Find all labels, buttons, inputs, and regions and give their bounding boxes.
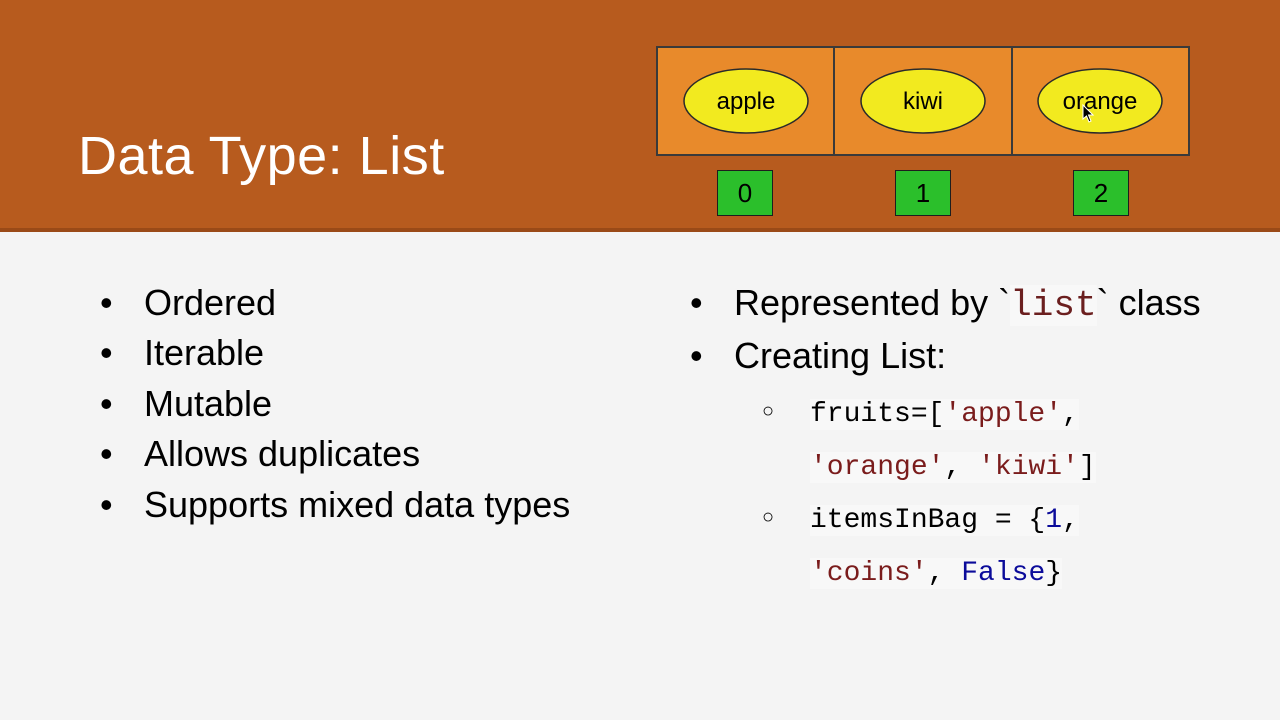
code-token: fruits=[ xyxy=(810,399,944,430)
ellipse-icon: apple xyxy=(666,61,826,141)
slide-title: Data Type: List xyxy=(78,125,445,187)
code-token: , xyxy=(1062,505,1079,536)
list-cells-row: apple kiwi orange xyxy=(656,46,1190,156)
ellipse-icon: kiwi xyxy=(843,61,1003,141)
index-box: 1 xyxy=(895,170,951,216)
left-column: Ordered Iterable Mutable Allows duplicat… xyxy=(0,278,640,601)
code-token: , xyxy=(1062,399,1079,430)
code-token: 'kiwi' xyxy=(978,452,1079,483)
code-line: fruits=['apple', 'orange', 'kiwi'] xyxy=(734,388,1220,494)
code-token: , xyxy=(928,558,962,589)
list-cell-label: apple xyxy=(716,88,775,115)
creating-label: Creating List: xyxy=(734,335,946,376)
code-token: ] xyxy=(1079,452,1096,483)
bullet-item: Mutable xyxy=(100,379,600,429)
info-list: Represented by `list` class Creating Lis… xyxy=(690,278,1220,601)
bullet-item: Supports mixed data types xyxy=(100,480,600,530)
code-token: 'apple' xyxy=(944,399,1062,430)
code-class-name: list xyxy=(1010,285,1096,326)
list-cell: orange xyxy=(1012,47,1189,155)
index-box: 2 xyxy=(1073,170,1129,216)
right-column: Represented by `list` class Creating Lis… xyxy=(640,278,1280,601)
bullet-item-creating: Creating List: fruits=['apple', 'orange'… xyxy=(690,331,1220,600)
code-token: False xyxy=(961,558,1045,589)
code-token: } xyxy=(1045,558,1062,589)
code-token: itemsInBag = { xyxy=(810,505,1045,536)
bullet-item: Ordered xyxy=(100,278,600,328)
text-fragment: ` class xyxy=(1097,282,1201,323)
index-row: 0 1 2 xyxy=(656,170,1190,216)
index-box: 0 xyxy=(717,170,773,216)
list-diagram: apple kiwi orange 0 1 2 xyxy=(656,46,1190,216)
code-token: 'coins' xyxy=(810,558,928,589)
code-token: , xyxy=(944,452,978,483)
code-line: itemsInBag = {1, 'coins', False} xyxy=(734,494,1220,600)
list-cell-label: orange xyxy=(1063,88,1138,115)
list-cell-label: kiwi xyxy=(903,88,943,115)
code-sublist: fruits=['apple', 'orange', 'kiwi'] items… xyxy=(734,388,1220,601)
text-fragment: Represented by ` xyxy=(734,282,1010,323)
slide-header: Data Type: List apple kiwi orange xyxy=(0,0,1280,232)
slide-body: Ordered Iterable Mutable Allows duplicat… xyxy=(0,232,1280,601)
code-token: 1 xyxy=(1045,505,1062,536)
list-cell: kiwi xyxy=(834,47,1011,155)
code-token: 'orange' xyxy=(810,452,944,483)
ellipse-icon: orange xyxy=(1020,61,1180,141)
bullet-item: Allows duplicates xyxy=(100,429,600,479)
list-cell: apple xyxy=(657,47,834,155)
bullet-item: Iterable xyxy=(100,328,600,378)
bullet-item-class: Represented by `list` class xyxy=(690,278,1220,331)
feature-list: Ordered Iterable Mutable Allows duplicat… xyxy=(100,278,600,530)
